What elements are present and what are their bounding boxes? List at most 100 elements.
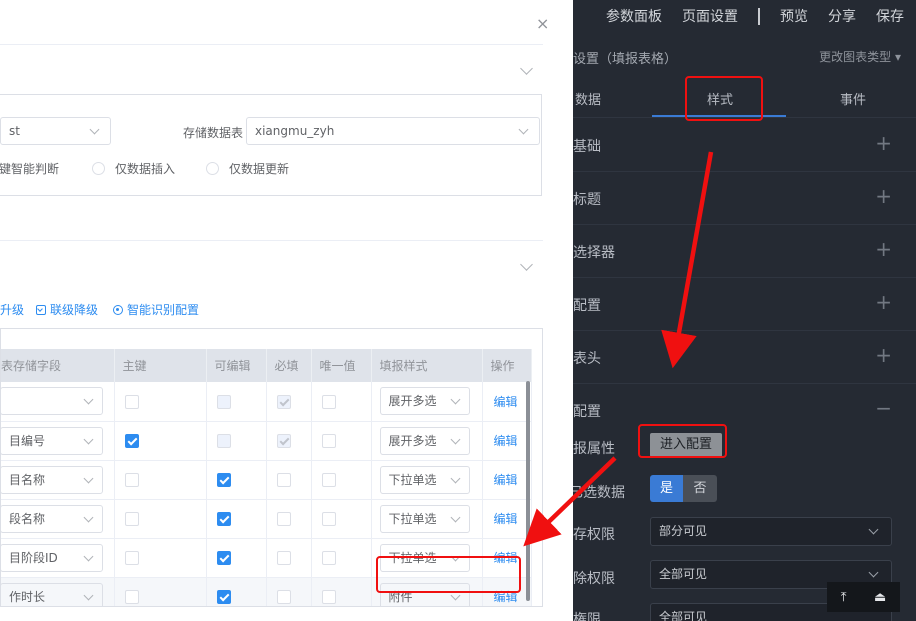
col-header-field: 表存储字段 [1,349,115,382]
primary-key-checkbox[interactable] [124,589,139,604]
radio-label: 仅数据更新 [229,162,290,176]
storage-table-label: 存储数据表 [183,126,244,140]
expand-plus-icon[interactable]: + [875,184,892,208]
to-top-icon[interactable]: ⤒ [841,590,847,605]
accordion-selector[interactable]: 选择器 + [573,225,916,278]
expand-plus-icon[interactable]: + [875,290,892,314]
accordion-title[interactable]: 标题 + [573,172,916,225]
accordion-fill-config[interactable]: 配置 − [573,384,916,437]
source-select[interactable]: st [0,117,111,145]
edit-link[interactable]: 编辑 [494,473,518,487]
primary-key-checkbox[interactable] [124,394,139,409]
required-checkbox[interactable] [276,511,291,526]
toggle-no[interactable]: 否 [683,475,717,502]
change-chart-type-button[interactable]: 更改图表类型 ▾ [819,48,901,65]
chevron-down-icon[interactable] [520,258,533,271]
unique-checkbox[interactable] [321,472,336,487]
table-cell [266,499,312,539]
primary-key-checkbox[interactable] [124,472,139,487]
radio-update-only[interactable]: 仅数据更新 [206,160,289,177]
table-cell [266,421,312,461]
storage-table-select[interactable]: xiangmu_zyh [246,117,540,145]
table-scrollbar[interactable] [526,381,530,601]
share-link[interactable]: 分享 [828,6,856,26]
editable-checkbox[interactable] [216,511,231,526]
chevron-down-icon[interactable] [520,62,533,75]
fill-style-value: 下拉单选 [388,472,437,487]
col-header-action: 操作 [482,349,532,382]
table-row: 目编号 展开多选 编辑 [1,421,532,461]
expand-plus-icon[interactable]: + [875,131,892,155]
storage-permission-select[interactable]: 部分可见 [650,517,892,546]
unique-checkbox[interactable] [321,433,336,448]
radio-circle[interactable] [206,162,219,175]
radio-smart-judge[interactable]: 键智能判断 [0,160,59,177]
fill-style-select[interactable]: 下拉单选 [379,465,470,494]
field-select[interactable]: 目编号 [1,426,103,455]
page-settings-link[interactable]: 页面设置 [682,6,738,26]
field-select[interactable]: 目名称 [1,465,103,494]
table-cell: 目阶段ID [1,538,115,578]
tab-events[interactable]: 事件 [840,89,866,108]
editable-checkbox[interactable] [216,472,231,487]
unique-checkbox[interactable] [321,394,336,409]
required-checkbox[interactable] [276,550,291,565]
field-select[interactable]: 段名称 [1,504,103,533]
storage-settings-box: st 存储数据表 xiangmu_zyh 键智能判断 仅数据插入 仅数据更新 [0,94,542,196]
unique-checkbox[interactable] [321,550,336,565]
save-link[interactable]: 保存 [876,6,904,26]
field-select[interactable] [1,387,103,416]
field-select[interactable]: 作时长 [1,582,103,606]
table-cell [206,382,267,422]
cascade-downgrade-button[interactable]: 联级降级 [36,301,98,318]
unique-checkbox[interactable] [321,589,336,604]
table-cell [114,499,207,539]
params-panel-link[interactable]: 参数面板 [606,6,662,26]
accordion-basic[interactable]: 基础 + [573,119,916,172]
primary-key-checkbox[interactable] [124,550,139,565]
accordion-config[interactable]: 配置 + [573,278,916,331]
expand-plus-icon[interactable]: + [875,343,892,367]
preview-link[interactable]: 预览 [780,6,808,26]
tab-data[interactable]: 数据 [575,89,601,108]
col-header-unique: 唯一值 [311,349,372,382]
accordion-header[interactable]: 表头 + [573,331,916,384]
fill-style-select[interactable]: 展开多选 [379,387,470,416]
annotation-box-attachment-row [376,556,521,593]
selected-data-toggle[interactable]: 是 否 [650,475,717,502]
table-cell [206,460,267,500]
table-cell [114,538,207,578]
editable-checkbox[interactable] [216,550,231,565]
fill-style-select[interactable]: 下拉单选 [379,504,470,533]
primary-key-checkbox[interactable] [124,433,139,448]
table-cell: 段名称 [1,499,115,539]
table-cell: 编辑 [482,460,532,500]
fill-style-select[interactable]: 展开多选 [379,426,470,455]
edit-link[interactable]: 编辑 [494,395,518,409]
fill-style-value: 下拉单选 [388,511,437,526]
radio-circle[interactable] [92,162,105,175]
field-select[interactable]: 目阶段ID [1,543,103,572]
radio-insert-only[interactable]: 仅数据插入 [92,160,175,177]
unique-checkbox[interactable] [321,511,336,526]
table-cell: 展开多选 [371,382,483,422]
required-checkbox[interactable] [276,589,291,604]
required-checkbox[interactable] [276,472,291,487]
editable-checkbox[interactable] [216,589,231,604]
source-select-value: st [9,124,20,138]
toggle-yes[interactable]: 是 [650,475,683,502]
upgrade-button[interactable]: 升级 [0,301,24,318]
edit-link[interactable]: 编辑 [494,512,518,526]
radio-label: 仅数据插入 [115,162,176,176]
table-cell [266,577,312,606]
primary-key-checkbox[interactable] [124,511,139,526]
close-icon[interactable]: × [536,14,549,33]
edit-link[interactable]: 编辑 [494,434,518,448]
annotation-box-style-tab [685,76,763,121]
delete-permission-label: 除权限 [573,571,615,587]
eject-icon[interactable]: ⏏ [874,590,886,605]
smart-identify-config-button[interactable]: 智能识别配置 [113,301,199,318]
collapse-minus-icon[interactable]: − [875,396,892,420]
expand-plus-icon[interactable]: + [875,237,892,261]
annotation-box-enter-config [638,424,727,458]
